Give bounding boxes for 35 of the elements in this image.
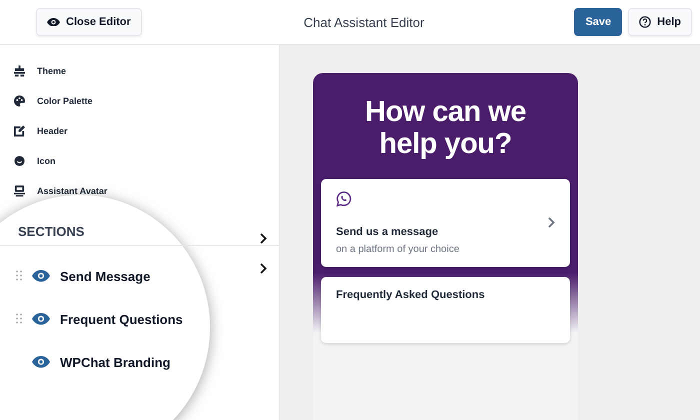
expand-button[interactable]	[260, 233, 267, 244]
widget-card[interactable]: Send us a message on a platform of your choice	[321, 178, 570, 267]
sidebar-item[interactable]: Assistant Avatar	[14, 184, 279, 198]
help-icon	[639, 16, 652, 28]
sidebar-item[interactable]: Color Palette	[14, 94, 279, 108]
edit-icon	[14, 125, 25, 137]
save-button[interactable]: Save	[574, 8, 622, 36]
section-label: Send Message	[60, 268, 150, 284]
widget-card[interactable]: Frequently Asked Questions	[321, 276, 570, 343]
section-item[interactable]: Send Message	[16, 264, 279, 288]
editor-title: Chat Assistant Editor	[304, 14, 424, 30]
chevron-right-icon	[260, 233, 267, 244]
section-label: Frequent Questions	[60, 312, 183, 326]
palette-icon	[14, 95, 25, 107]
section-label: WPChat Branding	[60, 354, 170, 370]
card-subtitle: on a platform of your choice	[336, 244, 460, 255]
sections-heading: SECTIONS	[17, 224, 84, 241]
chevron-right-icon	[548, 217, 555, 228]
expand-button[interactable]	[260, 263, 267, 274]
section-item[interactable]: Frequent Questions	[16, 307, 279, 331]
help-button[interactable]: Help	[628, 8, 692, 36]
card-title: Frequently Asked Questions	[336, 288, 486, 301]
widget-heading: How can we help you?	[364, 97, 527, 162]
drag-handle-icon[interactable]	[16, 270, 22, 280]
card-title: Send us a message	[336, 226, 440, 238]
section-item[interactable]: WPChat Branding	[16, 350, 279, 374]
drag-handle-icon[interactable]	[16, 312, 22, 324]
eye-icon	[47, 18, 60, 26]
sidebar-item[interactable]: Icon	[14, 154, 279, 168]
sidebar-item[interactable]: Header	[14, 124, 279, 138]
chevron-right-icon	[260, 263, 267, 274]
sidebar-item[interactable]: Theme	[14, 64, 279, 78]
chat-phone-icon	[336, 190, 352, 207]
monitor-icon	[14, 185, 25, 197]
close-editor-button[interactable]: Close Editor	[36, 8, 142, 36]
